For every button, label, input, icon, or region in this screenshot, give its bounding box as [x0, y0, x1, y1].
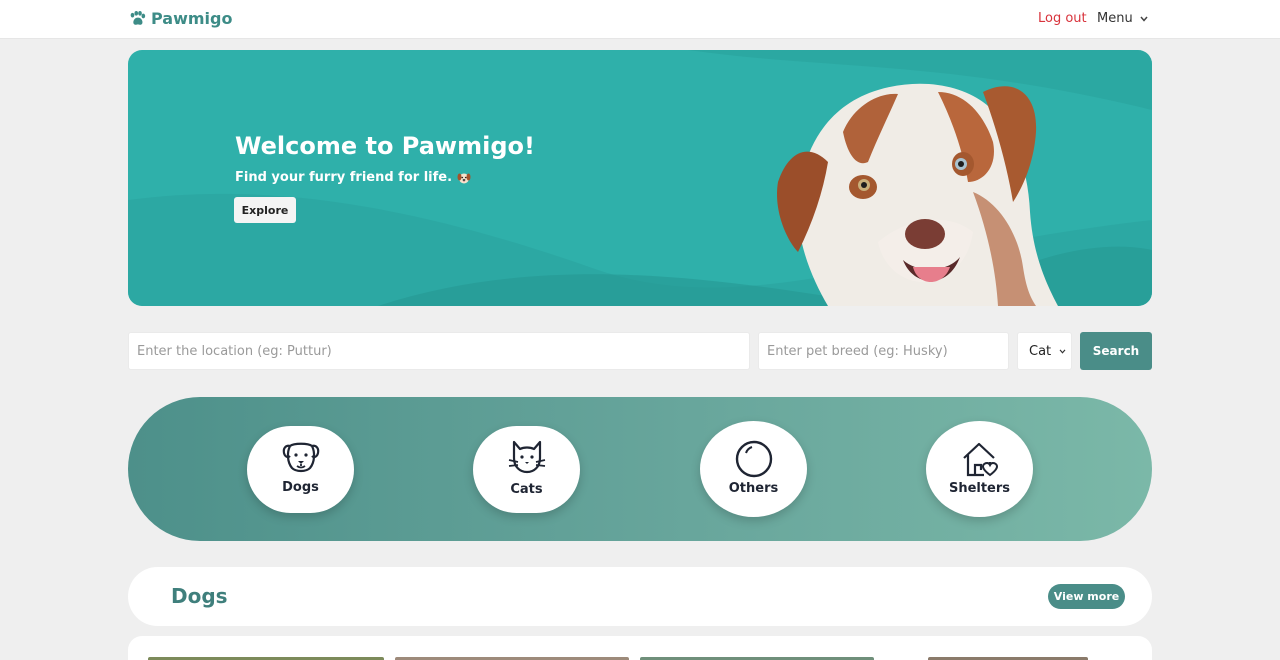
category-shelters[interactable]: Shelters: [926, 421, 1033, 517]
category-others[interactable]: Others: [700, 421, 807, 517]
category-dogs[interactable]: Dogs: [247, 426, 354, 513]
circle-icon: [735, 440, 772, 478]
dogs-cards-panel: [128, 636, 1152, 660]
top-navbar: Pawmigo Log out Menu: [0, 0, 1280, 39]
brand-logo-link[interactable]: Pawmigo: [129, 9, 232, 28]
hero-banner: Welcome to Pawmigo! Find your furry frie…: [128, 50, 1152, 306]
cat-icon: [508, 440, 545, 474]
view-more-button[interactable]: View more: [1048, 584, 1125, 609]
house-heart-icon: [962, 442, 998, 477]
hero-subtitle-text: Find your furry friend for life.: [235, 170, 453, 185]
chevron-down-icon: [1059, 348, 1066, 354]
logout-link[interactable]: Log out: [1038, 11, 1087, 26]
dog-face-emoji-icon: [457, 173, 471, 183]
chevron-down-icon: [1140, 16, 1148, 22]
pet-type-select[interactable]: Cat: [1017, 332, 1072, 370]
brand-name: Pawmigo: [151, 9, 233, 28]
hero-subtitle: Find your furry friend for life.: [235, 170, 471, 185]
paw-icon: [130, 11, 146, 25]
hero-dog-image: [777, 83, 1058, 306]
category-label: Others: [728, 481, 779, 496]
category-label: Cats: [510, 482, 543, 497]
hero-title: Welcome to Pawmigo!: [235, 132, 535, 160]
dog-icon: [282, 442, 319, 473]
pet-type-value: Cat: [1029, 343, 1052, 359]
menu-label: Menu: [1097, 11, 1133, 26]
category-band: Dogs Cats Others Shelters: [128, 397, 1152, 541]
dogs-section-header: Dogs View more: [128, 567, 1152, 626]
breed-input[interactable]: [758, 332, 1009, 370]
category-cats[interactable]: Cats: [473, 426, 580, 513]
search-button[interactable]: Search: [1080, 332, 1152, 370]
category-label: Dogs: [282, 480, 319, 495]
location-input[interactable]: [128, 332, 750, 370]
category-label: Shelters: [948, 481, 1011, 496]
menu-dropdown[interactable]: Menu: [1097, 11, 1148, 26]
section-title: Dogs: [171, 584, 228, 608]
explore-button[interactable]: Explore: [234, 197, 296, 223]
